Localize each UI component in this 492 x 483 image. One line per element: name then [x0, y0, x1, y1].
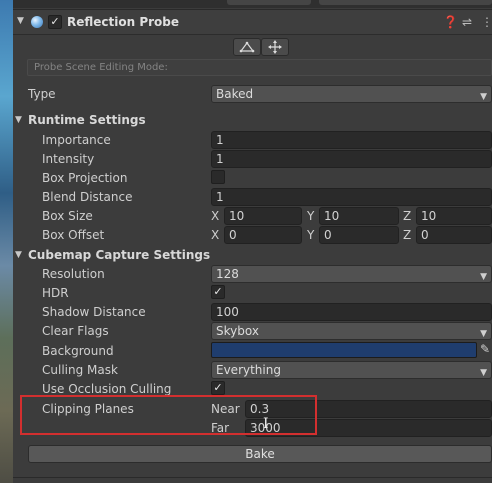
box-projection-checkbox[interactable]: [211, 170, 225, 184]
component-title: Reflection Probe: [67, 15, 180, 29]
blend-distance-field[interactable]: 1: [211, 188, 492, 206]
runtime-foldout-arrow-icon[interactable]: ▼: [15, 115, 22, 125]
edit-bounds-button[interactable]: [233, 38, 261, 56]
move-icon: [268, 40, 282, 54]
intensity-label: Intensity: [42, 152, 95, 166]
cubemap-foldout-arrow-icon[interactable]: ▼: [15, 250, 22, 260]
box-offset-x-label: X: [211, 228, 220, 242]
importance-label: Importance: [42, 133, 111, 147]
clear-flags-dropdown[interactable]: Skybox ▼: [211, 322, 492, 340]
box-offset-label: Box Offset: [42, 228, 105, 242]
dropdown-arrow-icon: ▼: [480, 329, 487, 339]
shadow-distance-label: Shadow Distance: [42, 305, 146, 319]
clipping-planes-highlight: [20, 395, 317, 435]
type-dropdown[interactable]: Baked ▼: [211, 85, 492, 103]
box-size-z-field[interactable]: 10: [416, 207, 492, 225]
box-size-x-label: X: [211, 209, 220, 223]
clear-flags-label: Clear Flags: [42, 324, 109, 338]
background-label: Background: [42, 344, 114, 358]
occlusion-culling-checkbox[interactable]: ✓: [211, 381, 225, 395]
box-offset-x-field[interactable]: 0: [224, 226, 302, 244]
box-size-y-field[interactable]: 10: [319, 207, 399, 225]
box-size-label: Box Size: [42, 209, 93, 223]
resolution-label: Resolution: [42, 267, 105, 281]
dropdown-arrow-icon: ▼: [480, 272, 487, 282]
bake-button[interactable]: Bake: [28, 445, 492, 463]
box-offset-y-field[interactable]: 0: [319, 226, 399, 244]
culling-mask-value: Everything: [216, 363, 281, 377]
resolution-dropdown[interactable]: 128 ▼: [211, 265, 492, 283]
clear-flags-value: Skybox: [216, 324, 259, 338]
resolution-value: 128: [216, 267, 239, 281]
type-value: Baked: [216, 87, 254, 101]
box-offset-y-label: Y: [307, 228, 315, 242]
previous-component-strip: [13, 0, 492, 8]
previous-field: [319, 0, 492, 5]
hdr-label: HDR: [42, 286, 69, 300]
box-offset-z-label: Z: [403, 228, 412, 242]
reflection-probe-icon: [31, 16, 43, 28]
hdr-checkbox[interactable]: ✓: [211, 285, 225, 299]
blend-distance-label: Blend Distance: [42, 190, 133, 204]
component-header[interactable]: ▼ ✓ Reflection Probe ❓ ⇌ ⋮: [13, 9, 492, 35]
box-offset-z-field[interactable]: 0: [416, 226, 492, 244]
runtime-settings-header[interactable]: Runtime Settings: [28, 113, 146, 127]
box-size-x-field[interactable]: 10: [224, 207, 302, 225]
cubemap-settings-header[interactable]: Cubemap Capture Settings: [28, 248, 210, 262]
previous-field: [227, 0, 311, 5]
probe-edit-mode-label: Probe Scene Editing Mode:: [27, 59, 492, 76]
foldout-arrow-icon[interactable]: ▼: [17, 16, 24, 26]
box-size-z-label: Z: [403, 209, 412, 223]
importance-field[interactable]: 1: [211, 131, 492, 149]
dropdown-arrow-icon: ▼: [480, 92, 487, 102]
dropdown-arrow-icon: ▼: [480, 368, 487, 378]
eyedropper-icon[interactable]: ✎: [480, 342, 490, 356]
presets-icon[interactable]: ⇌: [462, 15, 472, 29]
culling-mask-dropdown[interactable]: Everything ▼: [211, 361, 492, 379]
help-icon[interactable]: ❓: [443, 15, 458, 29]
shadow-distance-field[interactable]: 100: [211, 303, 492, 321]
intensity-field[interactable]: 1: [211, 150, 492, 168]
edit-volume-icon: [239, 41, 255, 53]
culling-mask-label: Culling Mask: [42, 363, 118, 377]
occlusion-culling-label: Use Occlusion Culling: [42, 382, 172, 396]
component-enabled-checkbox[interactable]: ✓: [48, 15, 62, 29]
box-size-y-label: Y: [307, 209, 315, 223]
context-menu-icon[interactable]: ⋮: [481, 15, 492, 29]
scene-viewport-edge: [0, 0, 13, 483]
divider: [13, 477, 492, 478]
background-color-swatch[interactable]: [211, 342, 477, 358]
box-projection-label: Box Projection: [42, 171, 128, 185]
edit-origin-button[interactable]: [261, 38, 289, 56]
type-label: Type: [28, 87, 56, 101]
